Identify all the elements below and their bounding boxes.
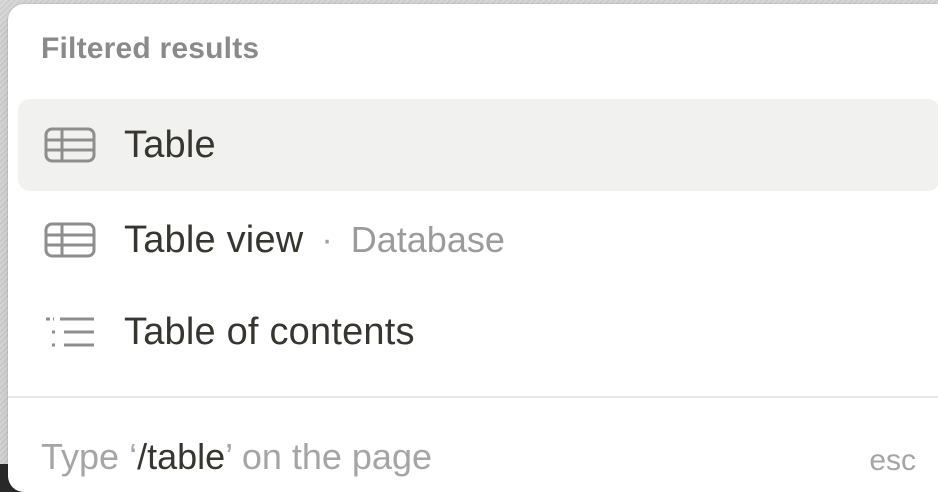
footer-open-quote: ‘: [129, 436, 138, 477]
footer-divider: [8, 396, 938, 398]
menu-item-separator: ·: [321, 220, 333, 259]
footer-hint: Type ‘/table’ on the page: [41, 436, 432, 478]
table-icon: [42, 220, 98, 260]
table-icon: [42, 125, 98, 165]
menu-item-table-view[interactable]: Table view · Database: [18, 194, 938, 286]
footer-command: /table: [137, 436, 226, 477]
menu-item-label: Table: [124, 123, 216, 166]
section-title: Filtered results: [41, 32, 260, 65]
esc-close-button[interactable]: esc: [869, 444, 916, 478]
menu-item-label: Table of contents: [124, 310, 415, 353]
footer-hint-prefix: Type: [41, 436, 130, 477]
table-of-contents-icon: [42, 312, 98, 352]
footer-close-quote: ’: [225, 436, 232, 477]
menu-item-subtitle: Database: [350, 219, 505, 260]
slash-command-menu: Filtered results Table Table view · Data…: [8, 4, 938, 492]
menu-item-label: Table view: [124, 218, 304, 261]
menu-item-table[interactable]: Table: [18, 99, 938, 191]
footer-hint-suffix: on the page: [231, 436, 432, 477]
menu-item-table-of-contents[interactable]: Table of contents: [18, 286, 938, 378]
